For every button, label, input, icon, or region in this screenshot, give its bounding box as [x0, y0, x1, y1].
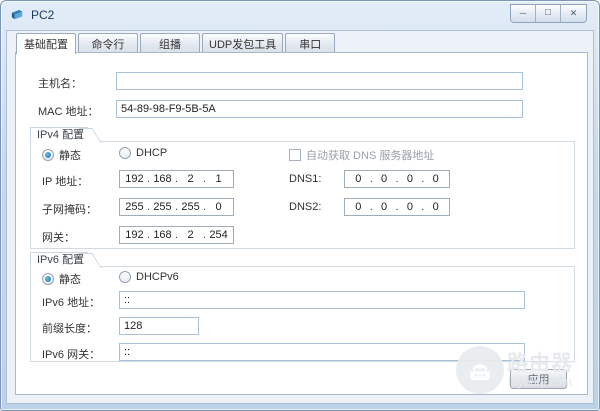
maximize-button[interactable]: □	[536, 5, 561, 22]
ipv4-legend: IPv4 配置	[30, 127, 89, 142]
gateway-input[interactable]: 192. 168. 2. 254	[119, 226, 234, 244]
tab-multicast[interactable]: 组播	[140, 33, 200, 53]
tab-strip: 基础配置 命令行 组播 UDP发包工具 串口	[16, 33, 337, 54]
radio-unselected-icon	[119, 271, 131, 283]
subnet-mask-label: 子网掩码：	[42, 204, 97, 216]
checkbox-unchecked-icon	[289, 149, 301, 161]
ipv6-static-radio[interactable]: 静态	[42, 271, 81, 287]
minimize-button[interactable]: ─	[511, 5, 536, 22]
ipv6-dhcpv6-radio[interactable]: DHCPv6	[119, 271, 179, 283]
prefix-length-input[interactable]	[119, 317, 199, 335]
titlebar[interactable]: PC2 ─ □ ✕	[1, 1, 599, 29]
window-controls: ─ □ ✕	[510, 4, 587, 23]
auto-dns-checkbox[interactable]: 自动获取 DNS 服务器地址	[289, 147, 434, 163]
tab-udp-tool[interactable]: UDP发包工具	[202, 33, 284, 53]
dns2-input[interactable]: 0.0.0.0	[344, 198, 450, 216]
maximize-icon: □	[544, 7, 552, 18]
app-icon	[11, 9, 23, 19]
radio-unselected-icon	[119, 147, 131, 159]
tab-basic-config[interactable]: 基础配置	[16, 33, 76, 54]
window-title: PC2	[31, 8, 55, 22]
close-button[interactable]: ✕	[561, 5, 586, 22]
dns2-label: DNS2:	[289, 201, 322, 213]
ipv6-address-input[interactable]	[119, 291, 525, 309]
ipv4-dhcp-radio[interactable]: DHCP	[119, 147, 167, 159]
ipv6-gateway-label: IPv6 网关：	[42, 349, 101, 361]
ip-address-input[interactable]: 192. 168. 2. 1	[119, 170, 234, 188]
mac-input[interactable]	[116, 100, 523, 118]
tab-command-line[interactable]: 命令行	[78, 33, 138, 53]
dns1-input[interactable]: 0.0.0.0	[344, 170, 450, 188]
radio-selected-icon	[42, 273, 54, 285]
ipv4-static-radio[interactable]: 静态	[42, 147, 81, 163]
minimize-icon: ─	[519, 8, 527, 18]
tab-serial-port[interactable]: 串口	[285, 33, 336, 53]
hostname-label: 主机名：	[38, 78, 82, 90]
dns1-label: DNS1:	[289, 173, 322, 185]
mac-label: MAC 地址：	[38, 106, 99, 118]
close-icon: ✕	[569, 8, 578, 18]
hostname-input[interactable]	[116, 72, 523, 90]
gateway-label: 网关：	[42, 232, 75, 244]
radio-selected-icon	[42, 149, 54, 161]
ipv6-legend: IPv6 配置	[30, 252, 89, 267]
ipv6-groupbox: IPv6 配置 静态 DHCPv6 IPv6 地址： 前缀长度： IPv6 网关…	[30, 252, 575, 362]
basic-config-panel: 主机名： MAC 地址： IPv4 配置 静态 DHCP 自动获取 DNS 服务	[15, 52, 588, 395]
pc-config-window: PC2 ─ □ ✕ 基础配置 命令行 组播 UDP发包工具 串口 主机名： MA…	[0, 0, 600, 411]
apply-button[interactable]: 应用	[510, 369, 567, 389]
ipv6-gateway-input[interactable]	[119, 343, 525, 361]
ip-address-label: IP 地址：	[42, 176, 89, 188]
prefix-length-label: 前缀长度：	[42, 323, 97, 335]
subnet-mask-input[interactable]: 255. 255. 255. 0	[119, 198, 234, 216]
ipv6-address-label: IPv6 地址：	[42, 297, 101, 309]
ipv4-groupbox: IPv4 配置 静态 DHCP 自动获取 DNS 服务器地址 IP 地址： 19…	[30, 127, 575, 249]
window-body: 基础配置 命令行 组播 UDP发包工具 串口 主机名： MAC 地址： IPv4…	[6, 30, 594, 404]
